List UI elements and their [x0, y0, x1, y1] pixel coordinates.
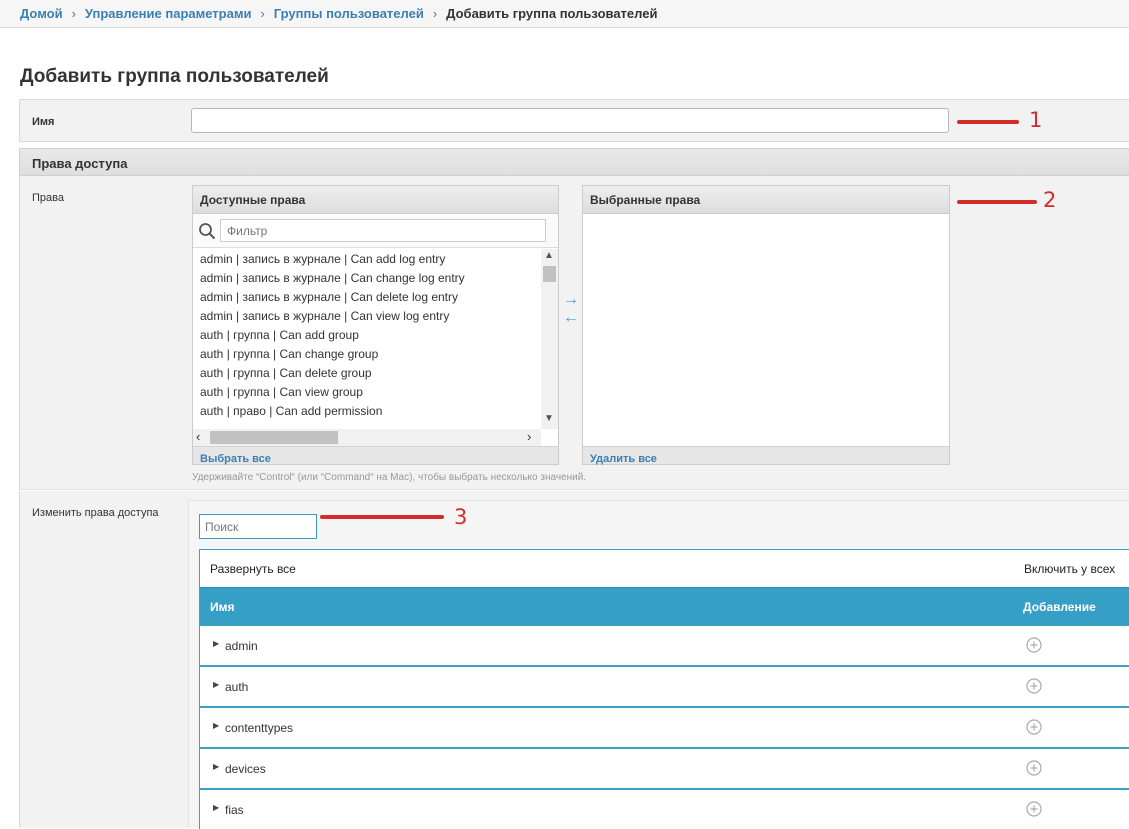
table-header: Имя Добавление — [200, 587, 1129, 624]
annotation-line-3 — [320, 515, 444, 519]
row-name: contenttypes — [225, 721, 294, 735]
chosen-rights-title: Выбранные права — [583, 186, 949, 214]
available-rights-box: Доступные права admin | запись в журнале… — [192, 185, 559, 465]
filter-input[interactable] — [220, 219, 546, 242]
choose-all-link[interactable]: Выбрать все — [200, 453, 271, 465]
expand-triangle-icon[interactable]: ▶ — [213, 721, 219, 730]
filter-row — [193, 215, 558, 248]
expand-triangle-icon[interactable]: ▶ — [213, 762, 219, 771]
annotation-number-2: 2 — [1043, 188, 1057, 212]
add-circle-icon[interactable] — [1026, 760, 1042, 776]
enable-all-button[interactable]: Включить у всех — [1024, 562, 1115, 576]
annotation-line-1 — [957, 120, 1019, 124]
row-name: auth — [225, 680, 249, 694]
search-input[interactable] — [199, 514, 317, 539]
scroll-down-icon[interactable]: ▼ — [544, 413, 554, 424]
list-item[interactable]: auth | группа | Can add group — [193, 325, 541, 344]
permissions-panel: Развернуть все Включить у всех Имя Добав… — [188, 500, 1129, 829]
arrow-right-icon[interactable]: → — [562, 291, 580, 309]
add-circle-icon[interactable] — [1026, 719, 1042, 735]
breadcrumb: Домой › Управление параметрами › Группы поль… — [0, 0, 1129, 28]
table-row[interactable]: ▶ admin — [200, 624, 1129, 665]
scroll-thumb[interactable] — [543, 266, 556, 282]
breadcrumb-settings[interactable]: Управление параметрами — [85, 6, 252, 21]
chosen-rights-list[interactable] — [583, 215, 949, 447]
annotation-number-1: 1 — [1029, 108, 1043, 132]
breadcrumb-current: Добавить группа пользователей — [446, 6, 658, 21]
remove-all-link[interactable]: Удалить все — [590, 453, 657, 465]
table-row[interactable]: ▶ auth — [200, 665, 1129, 706]
list-item[interactable]: auth | группа | Can view group — [193, 382, 541, 401]
change-rights-label: Изменить права доступа — [32, 507, 159, 519]
help-text: Удерживайте “Control“ (или “Command“ на … — [192, 472, 587, 483]
access-section-header: Права доступа — [19, 148, 1129, 176]
list-item[interactable]: admin | запись в журнале | Can add log e… — [193, 249, 541, 268]
list-item[interactable]: auth | право | Can add permission — [193, 401, 541, 420]
rights-row: Права Доступные права admin | запись в ж… — [19, 176, 1129, 490]
name-input[interactable] — [191, 108, 949, 133]
add-circle-icon[interactable] — [1026, 637, 1042, 653]
move-controls: → ← — [562, 291, 580, 327]
list-item[interactable]: auth | группа | Can delete group — [193, 363, 541, 382]
list-item[interactable]: admin | запись в журнале | Can delete lo… — [193, 287, 541, 306]
column-header-name: Имя — [210, 600, 235, 614]
breadcrumb-home[interactable]: Домой — [20, 6, 63, 21]
name-label: Имя — [32, 116, 55, 128]
available-footer: Выбрать все — [193, 446, 558, 465]
scroll-left-icon[interactable]: ‹ — [196, 429, 200, 444]
list-item[interactable]: auth | группа | Can change group — [193, 344, 541, 363]
expand-triangle-icon[interactable]: ▶ — [213, 639, 219, 648]
chevron-right-icon: › — [71, 6, 76, 21]
arrow-left-icon[interactable]: ← — [562, 309, 580, 327]
scroll-thumb[interactable] — [210, 431, 338, 444]
table-row[interactable]: ▶ devices — [200, 747, 1129, 788]
expand-triangle-icon[interactable]: ▶ — [213, 803, 219, 812]
breadcrumb-user-groups[interactable]: Группы пользователей — [274, 6, 424, 21]
list-item[interactable]: admin | запись в журнале | Can change lo… — [193, 268, 541, 287]
chosen-rights-box: Выбранные права Удалить все — [582, 185, 950, 465]
rights-label: Права — [32, 192, 64, 204]
column-header-add: Добавление — [1023, 600, 1096, 614]
row-name: devices — [225, 762, 266, 776]
add-circle-icon[interactable] — [1026, 801, 1042, 817]
annotation-number-3: 3 — [454, 505, 468, 529]
vertical-scrollbar[interactable]: ▲ ▼ — [541, 249, 558, 429]
row-name: admin — [225, 639, 258, 653]
page-title: Добавить группа пользователей — [20, 66, 329, 87]
scroll-up-icon[interactable]: ▲ — [544, 250, 554, 261]
add-circle-icon[interactable] — [1026, 678, 1042, 694]
chosen-footer: Удалить все — [583, 446, 949, 465]
table-toolbar: Развернуть все Включить у всех — [200, 549, 1129, 587]
change-rights-row: Изменить права доступа Развернуть все Вк… — [19, 491, 1129, 829]
available-rights-list[interactable]: admin | запись в журнале | Can add log e… — [193, 249, 541, 429]
annotation-line-2 — [957, 200, 1037, 204]
permissions-table: Развернуть все Включить у всех Имя Добав… — [199, 549, 1129, 829]
chevron-right-icon: › — [260, 6, 265, 21]
chevron-right-icon: › — [432, 6, 438, 21]
available-rights-title: Доступные права — [193, 186, 558, 214]
table-row[interactable]: ▶ fias — [200, 788, 1129, 829]
expand-all-button[interactable]: Развернуть все — [210, 562, 296, 576]
row-name: fias — [225, 803, 244, 817]
table-row[interactable]: ▶ contenttypes — [200, 706, 1129, 747]
horizontal-scrollbar[interactable]: ‹ › — [193, 429, 541, 446]
scroll-right-icon[interactable]: › — [527, 429, 531, 444]
expand-triangle-icon[interactable]: ▶ — [213, 680, 219, 689]
search-icon — [199, 223, 216, 240]
list-item[interactable]: admin | запись в журнале | Can view log … — [193, 306, 541, 325]
